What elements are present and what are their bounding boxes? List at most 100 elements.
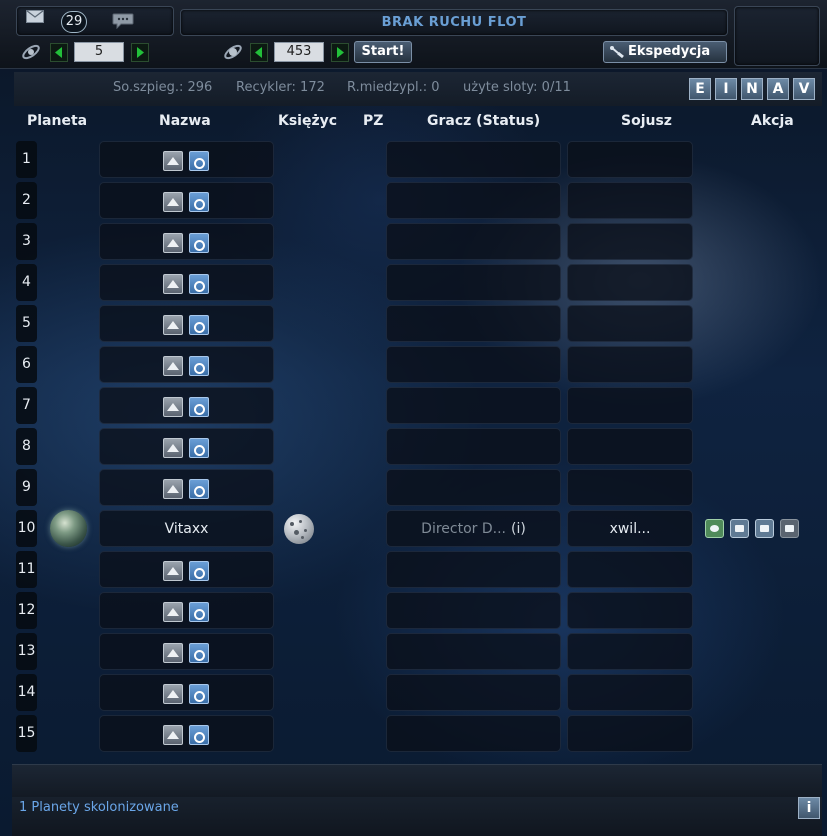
row-position: 7 xyxy=(16,387,37,424)
expedition-label: Ekspedycja xyxy=(628,44,711,59)
row-position: 6 xyxy=(16,346,37,383)
male-symbol-glyph xyxy=(194,568,205,579)
envelope-icon[interactable] xyxy=(26,10,44,23)
colonized-planets-text: 1 Planety skolonizowane xyxy=(19,800,179,815)
male-symbol-icon[interactable] xyxy=(189,315,209,335)
male-symbol-glyph xyxy=(194,240,205,251)
colonize-icon[interactable] xyxy=(163,725,183,745)
filter-button-e[interactable]: E xyxy=(689,78,711,100)
alliance-cell: xwil... xyxy=(567,510,693,547)
info-button[interactable]: i xyxy=(798,797,820,819)
male-symbol-icon[interactable] xyxy=(189,643,209,663)
colonize-icon[interactable] xyxy=(163,192,183,212)
row-position: 8 xyxy=(16,428,37,465)
moon-icon[interactable] xyxy=(284,514,314,544)
alliance-cell xyxy=(567,633,693,670)
colonize-icon[interactable] xyxy=(163,438,183,458)
player-status[interactable]: (i) xyxy=(511,521,526,537)
name-cell xyxy=(99,674,274,711)
colonize-icon[interactable] xyxy=(163,151,183,171)
male-symbol-glyph xyxy=(194,486,205,497)
row-position: 12 xyxy=(16,592,37,629)
filter-button-i[interactable]: I xyxy=(715,78,737,100)
colonize-icon[interactable] xyxy=(163,274,183,294)
message-icon[interactable] xyxy=(730,519,749,538)
filter-button-n[interactable]: N xyxy=(741,78,763,100)
unread-messages-badge[interactable]: 29 xyxy=(61,11,87,33)
system-input[interactable]: 453 xyxy=(274,42,324,62)
male-symbol-icon[interactable] xyxy=(189,192,209,212)
colonize-icon[interactable] xyxy=(163,356,183,376)
colonize-icon[interactable] xyxy=(163,561,183,581)
colonize-ship-glyph xyxy=(167,239,179,247)
alliance-cell xyxy=(567,469,693,506)
colonize-icon[interactable] xyxy=(163,684,183,704)
male-symbol-icon[interactable] xyxy=(189,397,209,417)
filter-button-v[interactable]: V xyxy=(793,78,815,100)
system-prev-button[interactable] xyxy=(250,43,268,62)
alliance-name[interactable]: xwil... xyxy=(568,511,692,548)
moon-crater xyxy=(290,522,294,526)
solar-system-icon xyxy=(224,44,242,60)
missile-icon[interactable] xyxy=(780,519,799,538)
colonize-icon[interactable] xyxy=(163,602,183,622)
missile-icon-glyph xyxy=(785,525,794,532)
male-symbol-icon[interactable] xyxy=(189,438,209,458)
colonize-icon[interactable] xyxy=(163,233,183,253)
chat-icon[interactable] xyxy=(112,13,134,29)
male-symbol-glyph xyxy=(194,609,205,620)
galaxy-next-button[interactable] xyxy=(131,43,149,62)
start-button[interactable]: Start! xyxy=(354,41,412,63)
row-position: 15 xyxy=(16,715,37,752)
alliance-cell xyxy=(567,428,693,465)
fleet-status-title: BRAK RUCHU FLOT xyxy=(381,15,527,30)
colonize-icon[interactable] xyxy=(163,643,183,663)
alliance-cell xyxy=(567,305,693,342)
name-cell xyxy=(99,305,274,342)
galaxy-icon xyxy=(22,44,40,60)
satellite-icon xyxy=(610,46,624,59)
male-symbol-icon[interactable] xyxy=(189,725,209,745)
male-symbol-icon[interactable] xyxy=(189,561,209,581)
player-cell xyxy=(386,264,561,301)
name-cell xyxy=(99,223,274,260)
name-cell: Vitaxx xyxy=(99,510,274,547)
used-slots: użyte sloty: 0/11 xyxy=(463,80,571,95)
row-position: 1 xyxy=(16,141,37,178)
colonize-icon[interactable] xyxy=(163,315,183,335)
male-symbol-glyph xyxy=(194,650,205,661)
player-cell xyxy=(386,674,561,711)
alliance-cell xyxy=(567,346,693,383)
system-next-button[interactable] xyxy=(331,43,349,62)
filter-button-a[interactable]: A xyxy=(767,78,789,100)
colonize-icon[interactable] xyxy=(163,479,183,499)
male-symbol-icon[interactable] xyxy=(189,274,209,294)
colonize-ship-glyph xyxy=(167,731,179,739)
alliance-cell xyxy=(567,264,693,301)
galaxy-input[interactable]: 5 xyxy=(74,42,124,62)
male-symbol-icon[interactable] xyxy=(189,602,209,622)
expedition-button[interactable]: Ekspedycja xyxy=(603,41,727,63)
colonize-icon[interactable] xyxy=(163,397,183,417)
player-cell xyxy=(386,387,561,424)
male-symbol-icon[interactable] xyxy=(189,479,209,499)
male-symbol-icon[interactable] xyxy=(189,233,209,253)
galaxy-prev-button[interactable] xyxy=(50,43,68,62)
name-cell xyxy=(99,592,274,629)
male-symbol-icon[interactable] xyxy=(189,151,209,171)
player-cell xyxy=(386,141,561,178)
male-symbol-glyph xyxy=(194,158,205,169)
player-cell xyxy=(386,592,561,629)
planet-name[interactable]: Vitaxx xyxy=(100,511,273,548)
male-symbol-icon[interactable] xyxy=(189,684,209,704)
player-name[interactable]: Director D... xyxy=(421,521,506,537)
col-action: Akcja xyxy=(751,113,794,129)
buddy-icon[interactable] xyxy=(755,519,774,538)
planet-icon[interactable] xyxy=(50,510,87,547)
player-cell: Director D... (i) xyxy=(386,510,561,547)
recycler-count: Recykler: 172 xyxy=(236,80,325,95)
male-symbol-icon[interactable] xyxy=(189,356,209,376)
spy-eye-icon[interactable] xyxy=(705,519,724,538)
spy-eye-icon-glyph xyxy=(710,525,719,532)
colonize-ship-glyph xyxy=(167,362,179,370)
